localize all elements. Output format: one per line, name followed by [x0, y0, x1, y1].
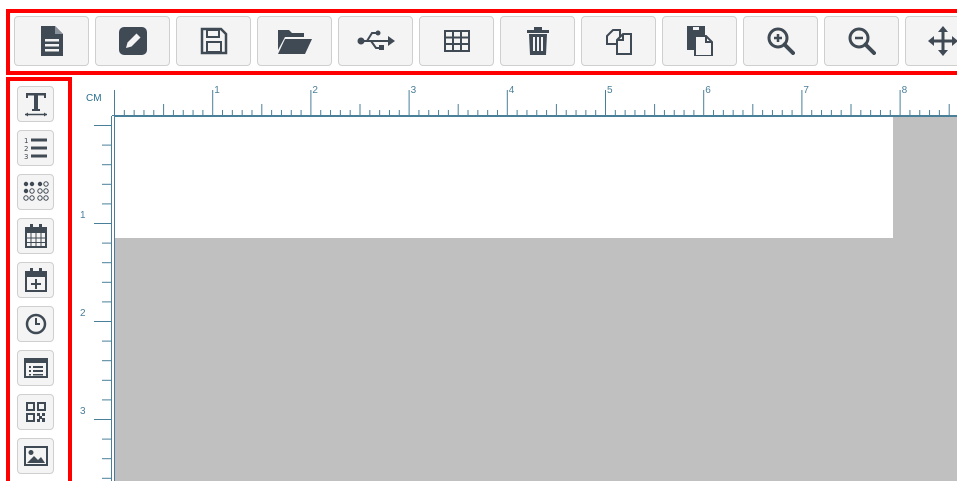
qr-code-icon: [25, 402, 46, 422]
sidebar-highlight-frame: 1 2 3: [6, 77, 72, 481]
ruler-label-h-8: 8: [902, 85, 908, 96]
edit-button[interactable]: [95, 16, 170, 66]
edit-icon: [118, 27, 147, 55]
time-button[interactable]: [17, 306, 54, 342]
new-document-button[interactable]: [14, 16, 89, 66]
ruler-label-v-2: 2: [80, 308, 86, 319]
design-canvas-area: CM 1 2 3 4 5 6 7 8 1 2 3: [78, 82, 957, 481]
copy-icon: [605, 29, 632, 55]
zoom-out-button[interactable]: [824, 16, 899, 66]
zoom-in-button[interactable]: [743, 16, 818, 66]
label-workspace[interactable]: [114, 116, 957, 481]
move-button[interactable]: [905, 16, 957, 66]
paste-button[interactable]: [662, 16, 737, 66]
tool-sidebar: 1 2 3: [17, 86, 54, 474]
image-icon: [23, 446, 48, 466]
ruler-label-h-5: 5: [607, 85, 613, 96]
image-button[interactable]: [17, 438, 54, 474]
ruler-label-h-7: 7: [803, 85, 809, 96]
svg-text:1: 1: [24, 137, 28, 145]
ruler-label-v-3: 3: [80, 406, 86, 417]
usb-button[interactable]: [338, 16, 413, 66]
add-date-button[interactable]: [17, 262, 54, 298]
horizontal-ruler: 1 2 3 4 5 6 7 8: [112, 85, 957, 116]
paste-icon: [686, 26, 713, 56]
new-document-icon: [40, 26, 63, 56]
vertical-ruler: 1 2 3: [80, 116, 112, 481]
table-icon: [443, 30, 470, 52]
save-button[interactable]: [176, 16, 251, 66]
date-button[interactable]: [17, 218, 54, 254]
save-icon: [200, 27, 227, 55]
ruler-unit-label: CM: [86, 93, 102, 104]
list-box-button[interactable]: [17, 350, 54, 386]
open-folder-button[interactable]: [257, 16, 332, 66]
calendar-icon: [24, 224, 47, 248]
ruler-label-h-4: 4: [509, 85, 515, 96]
braille-icon: [22, 181, 49, 201]
text-tool-icon: [24, 93, 47, 117]
svg-text:3: 3: [24, 153, 28, 160]
ruler-label-v-1: 1: [80, 210, 86, 221]
delete-button[interactable]: [500, 16, 575, 66]
ruler-label-h-1: 1: [214, 85, 220, 96]
label-design-area[interactable]: [115, 117, 893, 238]
trash-icon: [526, 27, 549, 55]
ruler-label-h-2: 2: [312, 85, 318, 96]
clock-icon: [25, 313, 46, 335]
table-button[interactable]: [419, 16, 494, 66]
numbered-list-icon: 1 2 3: [24, 137, 47, 160]
zoom-out-icon: [848, 27, 876, 55]
ruler-label-h-6: 6: [705, 85, 711, 96]
toolbar-highlight-frame: [6, 9, 957, 75]
copy-button[interactable]: [581, 16, 656, 66]
list-box-icon: [23, 358, 48, 378]
text-tool-button[interactable]: [17, 86, 54, 122]
ruler-label-h-3: 3: [411, 85, 417, 96]
zoom-in-icon: [767, 27, 795, 55]
qr-code-button[interactable]: [17, 394, 54, 430]
braille-button[interactable]: [17, 174, 54, 210]
main-toolbar: [14, 16, 957, 68]
svg-text:2: 2: [24, 145, 28, 153]
calendar-add-icon: [24, 268, 47, 292]
move-icon: [927, 26, 957, 56]
usb-icon: [357, 30, 395, 50]
numbered-list-button[interactable]: 1 2 3: [17, 130, 54, 166]
open-folder-icon: [277, 30, 312, 54]
